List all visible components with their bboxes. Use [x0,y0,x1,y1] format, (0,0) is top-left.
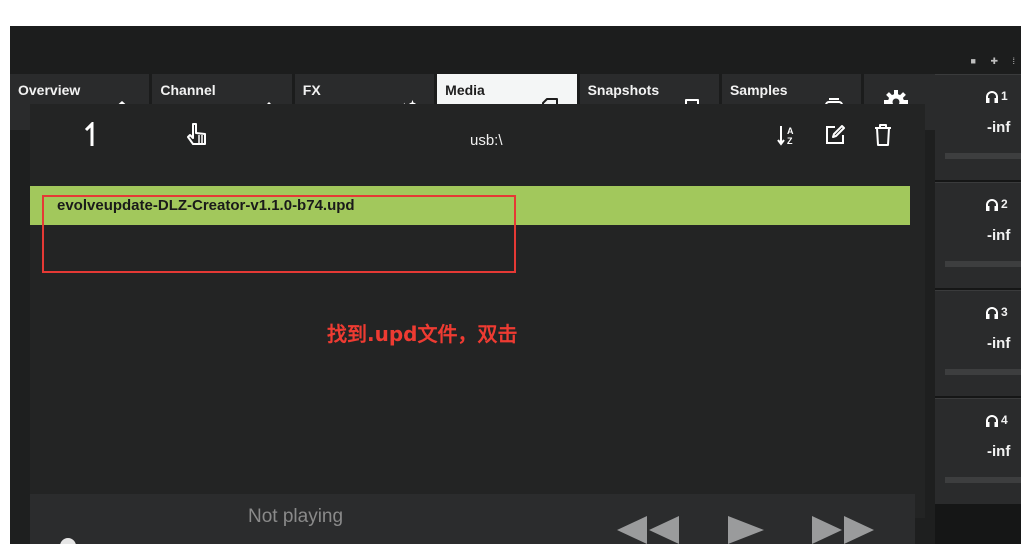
level-readout: -inf [987,227,1011,244]
headphone-icon [986,90,998,103]
annotation-text: 找到.upd文件，双击 [327,322,518,346]
level-readout: -inf [987,443,1011,460]
headphone-number: 2 [1001,197,1008,211]
rename-button[interactable] [820,120,850,150]
play-button[interactable] [726,516,766,544]
headphone-number: 4 [1001,413,1008,427]
tab-label: Samples [729,82,788,98]
tab-label: FX [302,82,321,98]
svg-text:A: A [787,126,794,136]
level-meter [945,477,1021,483]
fast-forward-icon [812,516,874,544]
status-icons: ■ ✚ ⁞ [970,56,1021,66]
arrow-up-icon [84,122,94,146]
volume-knob[interactable] [60,538,76,544]
headphone-icon [986,414,998,427]
sort-az-icon: AZ [777,126,794,146]
headphone-icon [986,306,998,319]
pointing-hand-icon [187,123,206,145]
rewind-icon [617,516,679,544]
tab-label: Channel [160,82,216,98]
fast-forward-button[interactable] [810,516,876,544]
delete-button[interactable] [868,120,898,150]
level-meter [945,153,1021,159]
parent-folder-button[interactable] [76,120,106,150]
headphone-strip-4: 4 -inf [935,398,1021,504]
headphone-button[interactable]: 1 [985,89,1008,103]
headphone-strip-3: 3 -inf [935,290,1021,396]
media-browser: usb:\ AZ evolveupdate-DLZ-Creator-v1.1.0… [30,104,925,518]
headphone-button[interactable]: 2 [985,197,1008,211]
svg-text:Z: Z [787,136,793,146]
tab-label: Media [445,82,485,98]
sort-button[interactable]: AZ [773,120,803,150]
headphone-button[interactable]: 3 [985,305,1008,319]
level-meter [945,369,1021,375]
media-toolbar: usb:\ AZ [30,104,925,164]
headphone-icon [986,198,998,211]
headphone-strip-1: 1 -inf [935,74,1021,180]
headphone-number: 3 [1001,305,1008,319]
rewind-button[interactable] [615,516,681,544]
tab-label: Overview [18,82,81,98]
headphone-number: 1 [1001,89,1008,103]
level-readout: -inf [987,119,1011,136]
top-strip: ■ ✚ ⁞ [10,26,1021,74]
headphone-strip-2: 2 -inf [935,182,1021,288]
headphone-mixer: 1 -inf 2 -inf 3 -inf 4 -inf [935,74,1021,544]
playback-status: Not playing [248,506,344,527]
level-meter [945,261,1021,267]
trash-icon [875,124,891,146]
highlight-box [42,195,516,273]
headphone-button[interactable]: 4 [985,413,1008,427]
select-button[interactable] [182,120,212,150]
level-readout: -inf [987,335,1011,352]
player-bar: Not playing [30,494,915,544]
edit-icon [826,125,845,144]
play-icon [728,516,764,544]
current-path: usb:\ [470,132,503,149]
tab-label: Snapshots [587,82,660,98]
